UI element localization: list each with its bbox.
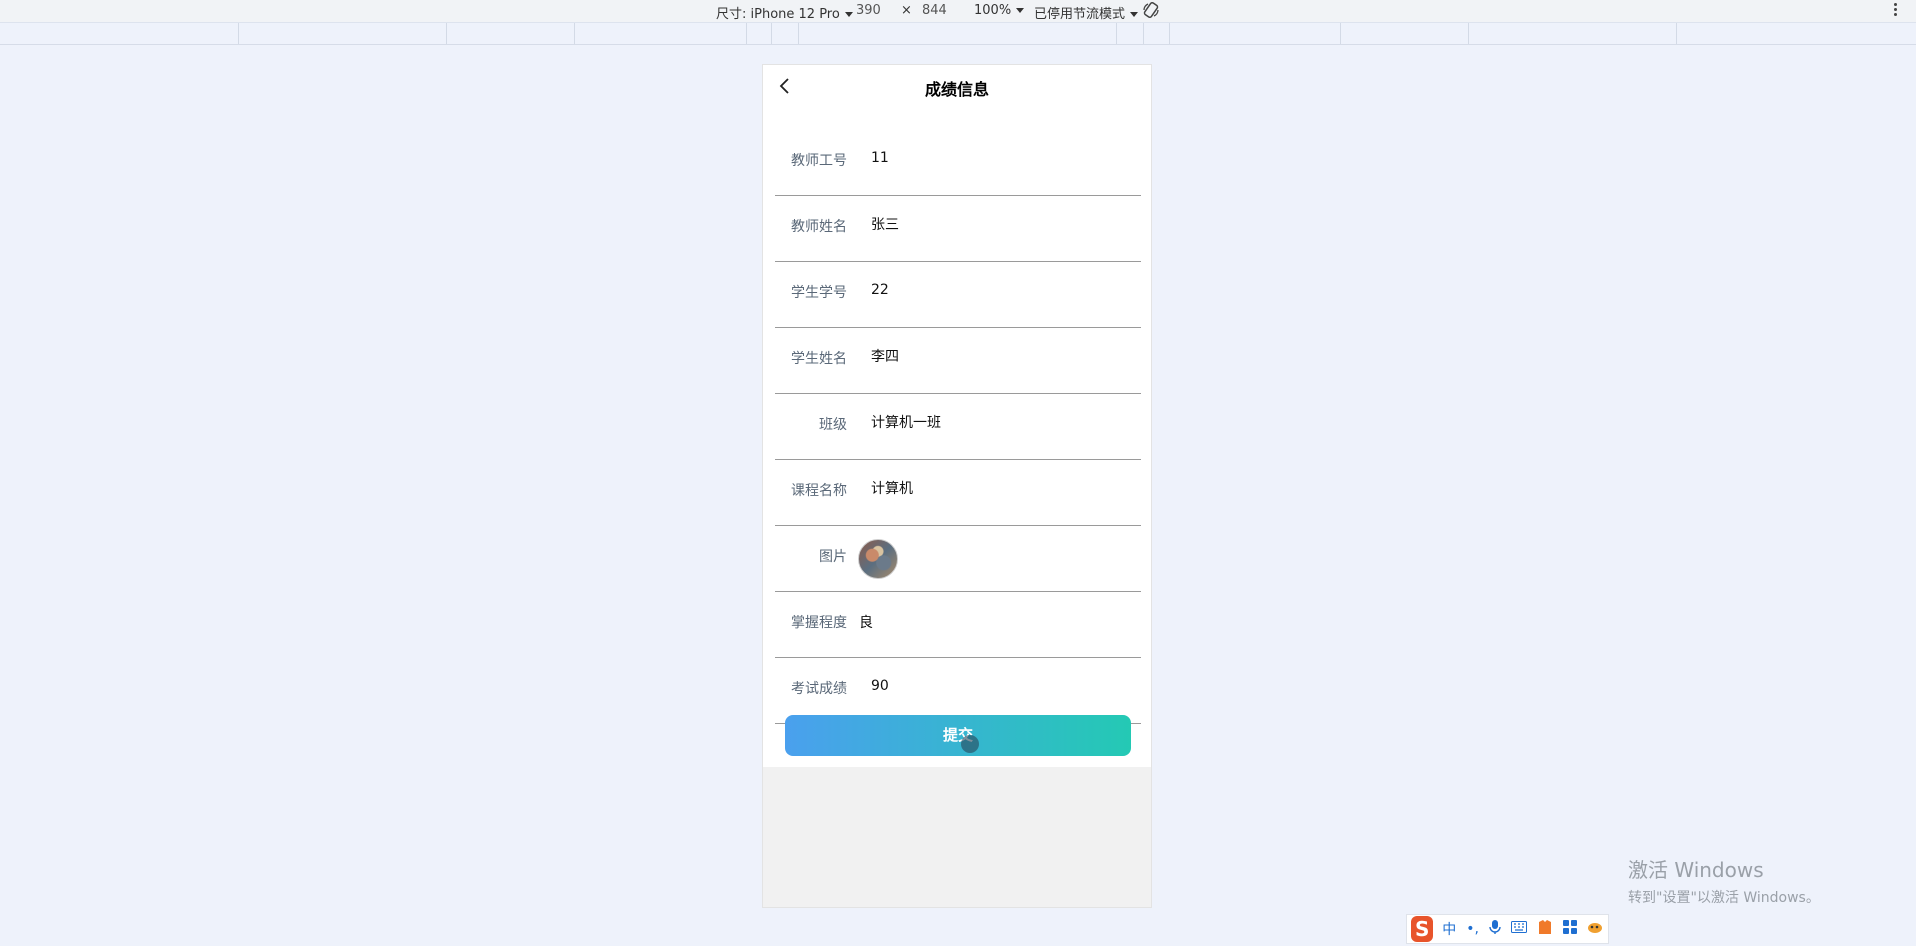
form-row-student-id: 学生学号 [775,262,1141,328]
dimension-times-sign: × [901,3,912,18]
student-name-input[interactable] [871,348,1121,364]
more-options-icon[interactable] [1894,3,1898,18]
keyboard-icon[interactable] [1511,921,1527,937]
student-id-input[interactable] [871,282,1121,298]
teacher-name-input[interactable] [871,216,1121,232]
height-input[interactable]: 844 [922,3,947,18]
ime-language-toggle[interactable]: 中 [1442,919,1456,939]
ime-punctuation-toggle[interactable]: •, [1466,921,1479,937]
rotate-icon[interactable] [1142,1,1160,23]
form-row-image: 图片 [775,526,1141,592]
image-label: 图片 [819,549,847,565]
mascot-icon[interactable] [1587,920,1603,938]
teacher-id-label: 教师工号 [791,153,847,169]
throttle-select[interactable]: 已停用节流模式 [1034,3,1139,22]
form-row-course-name: 课程名称 [775,460,1141,526]
form-row-mastery: 掌握程度 良 [775,592,1141,658]
watermark-title: 激活 Windows [1628,858,1764,882]
device-label: 尺寸: iPhone 12 Pro [716,7,840,22]
submit-button[interactable]: 提交 [785,715,1131,756]
mastery-select[interactable]: 良 [859,612,1109,632]
toolbox-icon[interactable] [1563,920,1577,938]
uploaded-image-thumbnail[interactable] [858,539,898,579]
microphone-icon[interactable] [1489,919,1501,939]
skin-icon[interactable] [1537,920,1553,938]
class-input[interactable] [871,414,1121,430]
exam-score-label: 考试成绩 [791,681,847,697]
course-name-label: 课程名称 [791,483,847,499]
windows-activation-watermark: 激活 Windows 转到"设置"以激活 Windows。 [1628,854,1820,907]
class-label: 班级 [819,417,847,433]
score-info-page: 成绩信息 教师工号 教师姓名 学生学号 学生姓名 班级 [763,65,1151,767]
nav-bar: 成绩信息 [763,65,1151,107]
teacher-id-input[interactable] [871,150,1121,166]
width-input[interactable]: 390 [856,3,881,18]
form-row-teacher-id: 教师工号 [775,130,1141,196]
form-row-teacher-name: 教师姓名 [775,196,1141,262]
chevron-down-icon [844,12,853,17]
chevron-down-icon [1130,12,1139,17]
mastery-label: 掌握程度 [791,615,847,631]
watermark-subtitle: 转到"设置"以激活 Windows。 [1628,890,1820,906]
form-row-class: 班级 [775,394,1141,460]
score-form: 教师工号 教师姓名 学生学号 学生姓名 班级 课程名称 [775,130,1141,724]
page-title: 成绩信息 [924,80,989,99]
throttle-label: 已停用节流模式 [1034,7,1126,22]
ime-toolbar: S 中 •, [1406,914,1609,944]
sogou-logo-icon[interactable]: S [1411,916,1434,942]
student-id-label: 学生学号 [791,285,847,301]
form-row-student-name: 学生姓名 [775,328,1141,394]
device-select[interactable]: 尺寸: iPhone 12 Pro [716,3,853,22]
teacher-name-label: 教师姓名 [791,219,847,235]
student-name-label: 学生姓名 [791,351,847,367]
media-query-ruler [0,22,1916,45]
phone-viewport: 成绩信息 教师工号 教师姓名 学生学号 学生姓名 班级 [762,64,1152,908]
zoom-select[interactable]: 100% [974,3,1025,18]
devtools-device-toolbar: 尺寸: iPhone 12 Pro 390 × 844 100% 已停用节流模式 [0,0,1916,22]
exam-score-input[interactable] [871,678,1121,694]
zoom-label: 100% [974,3,1012,18]
chevron-down-icon [1016,8,1025,13]
course-name-input[interactable] [871,480,1121,496]
touch-cursor-indicator [961,735,979,753]
